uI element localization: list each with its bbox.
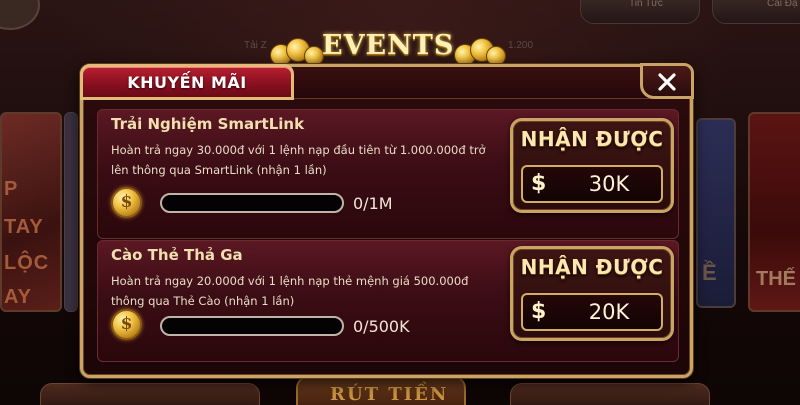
progress-text: 0/500K bbox=[353, 317, 410, 336]
reward-amount-box: $ 30K bbox=[521, 165, 663, 203]
coin-icon: $ bbox=[111, 309, 142, 340]
claim-reward-button[interactable]: NHẬN ĐƯỢC $ 20K bbox=[510, 246, 674, 341]
claim-label: NHẬN ĐƯỢC bbox=[520, 127, 664, 151]
dollar-icon: $ bbox=[531, 171, 547, 196]
lobby-faint-label-left: Tải Z bbox=[244, 40, 267, 51]
lobby-card-left-line: TAY bbox=[4, 216, 44, 238]
lobby-card-right-text: THẾ bbox=[756, 268, 796, 290]
lobby-bottom-tab-right[interactable] bbox=[510, 383, 710, 405]
promo-card-smartlink: Trải Nghiệm SmartLink Hoàn trả ngay 30.0… bbox=[97, 109, 679, 239]
promo-card-scratch-card: Cào Thẻ Thả Ga Hoàn trả ngay 20.000đ với… bbox=[97, 240, 679, 362]
coin-icon: $ bbox=[111, 187, 142, 218]
claim-label: NHẬN ĐƯỢC bbox=[520, 255, 664, 279]
promotions-dialog: KHUYẾN MÃI Trải Nghiệm SmartLink Hoàn tr… bbox=[80, 63, 694, 378]
dialog-title: KHUYẾN MÃI bbox=[127, 73, 247, 92]
promo-description: Hoàn trả ngay 20.000đ với 1 lệnh nạp thẻ… bbox=[111, 274, 469, 308]
promo-title: Trải Nghiệm SmartLink bbox=[111, 115, 305, 133]
events-title: EVENTS bbox=[322, 30, 455, 61]
close-button[interactable] bbox=[640, 63, 694, 99]
lobby-bottom-tab-left[interactable] bbox=[40, 383, 260, 405]
lobby-tab-settings[interactable]: Cài Đặ bbox=[712, 0, 800, 24]
reward-amount-box: $ 20K bbox=[521, 293, 663, 331]
lobby-avatar-frame bbox=[0, 0, 40, 30]
reward-amount: 20K bbox=[588, 300, 630, 324]
gold-coin-icon bbox=[486, 46, 506, 66]
lobby-tab-news-label: Tin Tức bbox=[629, 0, 663, 9]
gold-coin-icon bbox=[304, 46, 324, 66]
progress-text: 0/1M bbox=[353, 194, 393, 213]
lobby-game-card-left[interactable]: P TAY LỘC AY bbox=[0, 112, 62, 312]
claim-reward-button[interactable]: NHẬN ĐƯỢC $ 30K bbox=[510, 118, 674, 213]
withdraw-button-label: RÚT TIỀN bbox=[330, 384, 449, 405]
promo-title: Cào Thẻ Thả Ga bbox=[111, 246, 243, 264]
progress-bar bbox=[160, 193, 344, 213]
lobby-card-left-line: AY bbox=[4, 286, 32, 308]
coin-symbol: $ bbox=[120, 192, 133, 212]
close-icon bbox=[658, 73, 676, 91]
lobby-card-right-inner-text: Ề bbox=[702, 260, 717, 285]
lobby-faint-label-right: 1.200 bbox=[508, 40, 534, 51]
lobby-tab-settings-label: Cài Đặ bbox=[767, 0, 798, 9]
tab-promotions[interactable]: KHUYẾN MÃI bbox=[80, 64, 294, 100]
reward-amount: 30K bbox=[588, 172, 630, 196]
coin-symbol: $ bbox=[120, 314, 133, 334]
lobby-card-left-line: LỘC bbox=[4, 252, 50, 274]
lobby-tab-news[interactable]: Tin Tức bbox=[580, 0, 700, 24]
progress-bar bbox=[160, 316, 344, 336]
lobby-game-card-left-edge bbox=[64, 112, 78, 312]
lobby-card-left-line: P bbox=[4, 178, 19, 200]
promo-description: Hoàn trả ngay 30.000đ với 1 lệnh nạp đầu… bbox=[111, 143, 486, 177]
dollar-icon: $ bbox=[531, 299, 547, 324]
